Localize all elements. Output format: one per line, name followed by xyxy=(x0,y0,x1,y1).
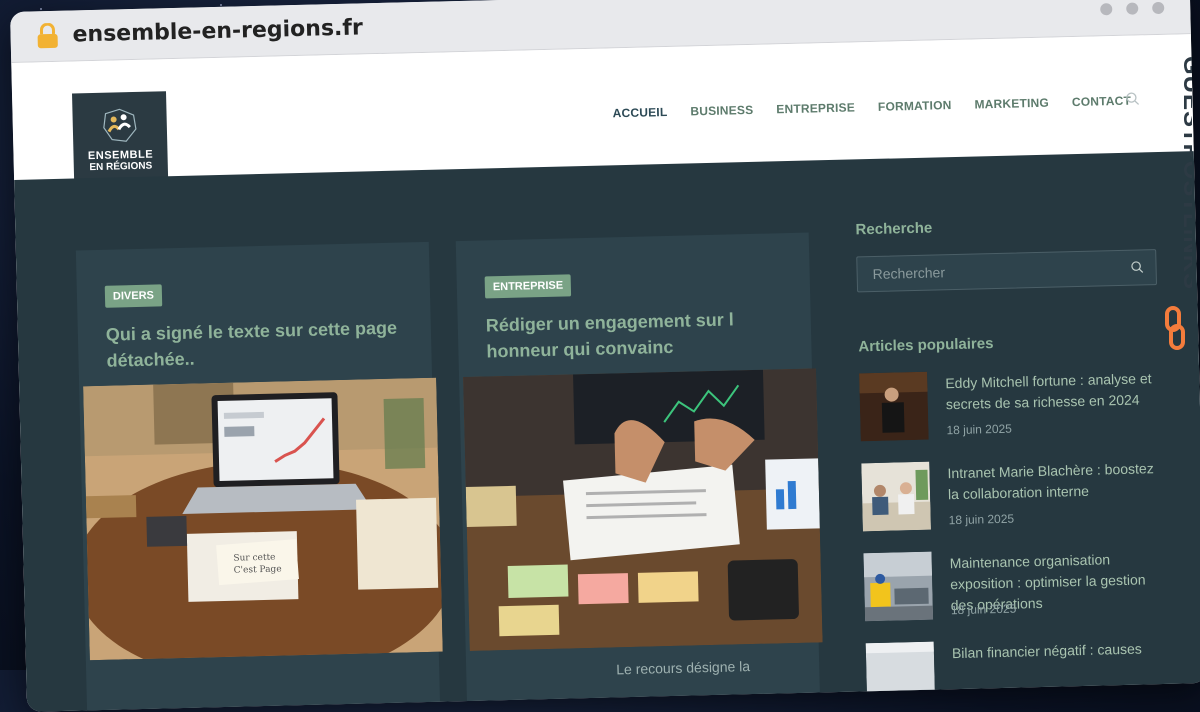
article-snippet: Le recours désigne la xyxy=(616,658,751,678)
window-controls xyxy=(1100,1,1165,16)
article-card[interactable]: ENTREPRISE Rédiger un engagement sur l h… xyxy=(455,232,823,702)
nav-business[interactable]: BUSINESS xyxy=(690,103,753,119)
category-badge[interactable]: DIVERS xyxy=(104,284,163,308)
popular-title[interactable]: Intranet Marie Blachère : boostez la col… xyxy=(947,458,1158,505)
popular-title[interactable]: Bilan financier négatif : causes xyxy=(952,638,1162,664)
browser-window: ensemble-en-regions.fr ENSEMBLE EN RÉGIO… xyxy=(10,0,1200,712)
guestpostlinks-watermark: GUESTPOSTLINKS xyxy=(1165,56,1192,350)
article-thumbnail[interactable] xyxy=(863,551,934,622)
popular-title[interactable]: Eddy Mitchell fortune : analyse et secre… xyxy=(945,368,1156,415)
nav-marketing[interactable]: MARKETING xyxy=(974,96,1049,112)
article-thumbnail[interactable] xyxy=(865,641,936,712)
article-thumbnail[interactable] xyxy=(861,461,931,532)
popular-date: 18 juin 2025 xyxy=(946,421,1013,438)
popular-heading: Articles populaires xyxy=(858,335,994,356)
category-badge[interactable]: ENTREPRISE xyxy=(484,274,572,299)
search-input[interactable] xyxy=(857,251,1109,292)
watermark-text: GUESTPOSTLINKS xyxy=(1178,56,1192,290)
link-chain-icon xyxy=(1165,306,1185,350)
article-card[interactable]: DIVERS Qui a signé le texte sur cette pa… xyxy=(75,241,443,711)
url-text[interactable]: ensemble-en-regions.fr xyxy=(72,15,363,47)
main-nav: ACCUEIL BUSINESS ENTREPRISE FORMATION MA… xyxy=(612,94,1131,121)
svg-text:Sur cette: Sur cette xyxy=(233,553,275,564)
popular-date: 18 juin 2025 xyxy=(948,511,1015,528)
nav-contact[interactable]: CONTACT xyxy=(1072,94,1131,109)
article-image[interactable]: Sur cette C'est Page xyxy=(83,377,443,661)
popular-item[interactable]: Maintenance organisation exposition : op… xyxy=(863,546,1165,643)
article-title[interactable]: Rédiger un engagement sur l honneur qui … xyxy=(485,305,786,364)
logo-line-2: EN RÉGIONS xyxy=(89,160,153,173)
window-dot[interactable] xyxy=(1126,2,1139,15)
nav-accueil[interactable]: ACCUEIL xyxy=(612,105,667,120)
article-image[interactable] xyxy=(463,368,823,651)
nav-entreprise[interactable]: ENTREPRISE xyxy=(776,100,855,116)
popular-date: 18 juin 2025 xyxy=(950,601,1017,618)
sidebar-search xyxy=(856,249,1158,293)
popular-list: Eddy Mitchell fortune : analyse et secre… xyxy=(859,366,1168,712)
article-title[interactable]: Qui a signé le texte sur cette page déta… xyxy=(106,314,407,373)
logo-mark-icon xyxy=(103,108,137,142)
content-area: DIVERS Qui a signé le texte sur cette pa… xyxy=(14,151,1200,712)
search-heading: Recherche xyxy=(855,219,933,239)
window-dot[interactable] xyxy=(1100,3,1113,16)
svg-text:C'est Page: C'est Page xyxy=(234,565,282,576)
article-thumbnail[interactable] xyxy=(859,371,929,442)
search-icon[interactable] xyxy=(1125,91,1140,105)
popular-item[interactable]: Intranet Marie Blachère : boostez la col… xyxy=(861,456,1163,553)
nav-formation[interactable]: FORMATION xyxy=(878,98,952,114)
site-logo[interactable]: ENSEMBLE EN RÉGIONS xyxy=(72,91,169,188)
lock-icon xyxy=(37,22,58,49)
popular-item[interactable]: Bilan financier négatif : causes xyxy=(865,636,1168,712)
window-dot[interactable] xyxy=(1152,1,1165,15)
sidebar: Recherche Articles populaires E xyxy=(855,214,1167,712)
search-icon[interactable] xyxy=(1130,260,1144,273)
popular-item[interactable]: Eddy Mitchell fortune : analyse et secre… xyxy=(859,366,1161,463)
